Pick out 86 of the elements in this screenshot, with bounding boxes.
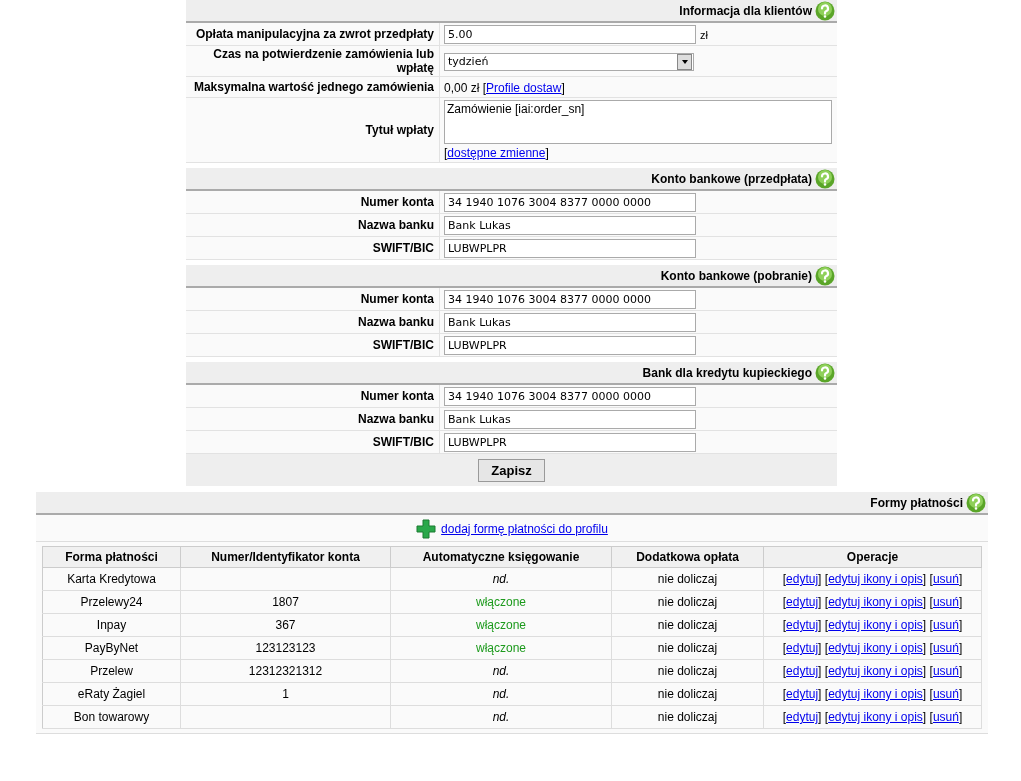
table-cell: Inpay: [42, 613, 181, 637]
help-icon[interactable]: [815, 362, 835, 383]
help-icon[interactable]: [815, 168, 835, 189]
section-title: Formy płatności: [870, 495, 963, 510]
status-text: włączone: [476, 618, 526, 632]
operations-text: [edytuj] [edytuj ikony i opis] [usuń]: [782, 710, 963, 724]
section-title: Konto bankowe (przedpłata): [651, 171, 812, 186]
help-icon[interactable]: [815, 0, 835, 21]
section-title: Konto bankowe (pobranie): [660, 268, 812, 283]
operation-link[interactable]: edytuj ikony i opis: [828, 664, 923, 678]
table-cell: 1: [180, 682, 391, 706]
help-icon[interactable]: [815, 265, 835, 286]
operation-link[interactable]: edytuj ikony i opis: [828, 710, 923, 724]
table-cell: Karta Kredytowa: [42, 567, 181, 591]
text-input[interactable]: LUBWPLPR: [444, 433, 696, 452]
text-input[interactable]: 5.00: [444, 25, 696, 44]
column-header: Forma płatności: [42, 546, 181, 568]
save-button[interactable]: Zapisz: [478, 459, 545, 482]
operation-link[interactable]: edytuj ikony i opis: [828, 618, 923, 632]
operation-link[interactable]: edytuj ikony i opis: [828, 595, 923, 609]
status-text: nd.: [492, 687, 510, 701]
text-input[interactable]: LUBWPLPR: [444, 239, 696, 258]
status-text: włączone: [476, 641, 526, 655]
operations-text: [edytuj] [edytuj ikony i opis] [usuń]: [782, 572, 963, 586]
table-cell: 367: [180, 613, 391, 637]
field-label: Tytuł wpłaty: [186, 98, 440, 162]
table-cell: nie doliczaj: [611, 682, 764, 706]
operations-text: [edytuj] [edytuj ikony i opis] [usuń]: [782, 618, 963, 632]
field-label: SWIFT/BIC: [186, 334, 440, 356]
table-cell: nie doliczaj: [611, 636, 764, 660]
table-cell: nie doliczaj: [611, 705, 764, 729]
column-header: Automatyczne księgowanie: [390, 546, 612, 568]
table-cell: PayByNet: [42, 636, 181, 660]
operation-link[interactable]: edytuj ikony i opis: [828, 572, 923, 586]
text-input[interactable]: 34 1940 1076 3004 8377 0000 0000: [444, 193, 696, 212]
column-header: Numer/Identyfikator konta: [180, 546, 391, 568]
column-header: Operacje: [763, 546, 982, 568]
field-label: Maksymalna wartość jednego zamówienia: [186, 77, 440, 97]
field-label: Numer konta: [186, 385, 440, 407]
operations-text: [edytuj] [edytuj ikony i opis] [usuń]: [782, 641, 963, 655]
field-label: SWIFT/BIC: [186, 237, 440, 259]
variables-text: [dostępne zmienne]: [444, 146, 549, 160]
field-label: Nazwa banku: [186, 311, 440, 333]
operation-link[interactable]: edytuj ikony i opis: [828, 641, 923, 655]
field-label: Opłata manipulacyjna za zwrot przedpłaty: [186, 23, 440, 45]
text-area[interactable]: Zamówienie [iai:order_sn]: [444, 100, 832, 144]
operation-link[interactable]: edytuj ikony i opis: [828, 687, 923, 701]
table-cell: Przelewy24: [42, 590, 181, 614]
text-input[interactable]: 34 1940 1076 3004 8377 0000 0000: [444, 387, 696, 406]
field-label: Nazwa banku: [186, 408, 440, 430]
section-title: Bank dla kredytu kupieckiego: [642, 365, 812, 380]
operations-text: [edytuj] [edytuj ikony i opis] [usuń]: [782, 687, 963, 701]
table-cell: 1807: [180, 590, 391, 614]
field-label: Czas na potwierdzenie zamówienia lub wpłatę: [186, 46, 440, 76]
table-cell: nie doliczaj: [611, 659, 764, 683]
table-cell: Przelew: [42, 659, 181, 683]
text-input[interactable]: LUBWPLPR: [444, 336, 696, 355]
field-label: Numer konta: [186, 288, 440, 310]
table-cell: eRaty Żagiel: [42, 682, 181, 706]
table-cell: nie doliczaj: [611, 567, 764, 591]
text-input[interactable]: Bank Lukas: [444, 313, 696, 332]
value-text: 0,00 zł [Profile dostaw]: [444, 80, 565, 95]
table-cell: 123123123: [180, 636, 391, 660]
status-text: nd.: [492, 664, 510, 678]
operations-text: [edytuj] [edytuj ikony i opis] [usuń]: [782, 595, 963, 609]
dropdown[interactable]: tydzień: [444, 52, 694, 71]
add-payment-link[interactable]: dodaj formę płatności do profilu: [441, 522, 608, 536]
section-title: Informacja dla klientów: [679, 3, 812, 18]
help-icon[interactable]: [966, 492, 986, 513]
text-input[interactable]: Bank Lukas: [444, 216, 696, 235]
plus-icon: [416, 519, 437, 539]
field-label: Nazwa banku: [186, 214, 440, 236]
unit-label: zł: [700, 28, 708, 41]
text-input[interactable]: Bank Lukas: [444, 410, 696, 429]
table-cell: Bon towarowy: [42, 705, 181, 729]
field-label: SWIFT/BIC: [186, 431, 440, 453]
operations-text: [edytuj] [edytuj ikony i opis] [usuń]: [782, 664, 963, 678]
status-text: nd.: [492, 710, 510, 724]
status-text: nd.: [492, 572, 510, 586]
table-cell: 12312321312: [180, 659, 391, 683]
column-header: Dodatkowa opłata: [611, 546, 764, 568]
text-input[interactable]: 34 1940 1076 3004 8377 0000 0000: [444, 290, 696, 309]
table-cell: nie doliczaj: [611, 613, 764, 637]
table-cell: nie doliczaj: [611, 590, 764, 614]
field-label: Numer konta: [186, 191, 440, 213]
status-text: włączone: [476, 595, 526, 609]
